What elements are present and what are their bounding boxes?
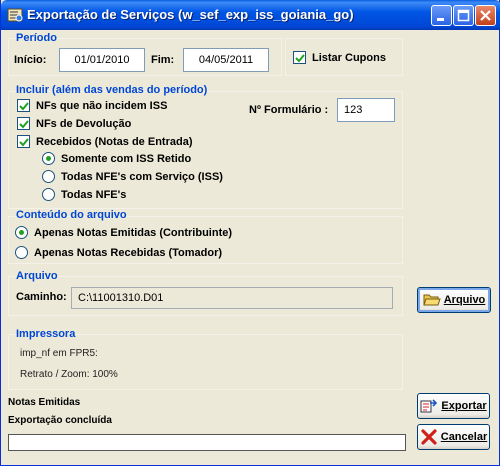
close-button[interactable]	[475, 5, 496, 26]
fim-label: Fim:	[151, 54, 175, 66]
radio-label: Apenas Notas Recebidas (Tomador)	[34, 246, 223, 259]
radio-label: Apenas Notas Emitidas (Contribuinte)	[34, 226, 233, 239]
check-mark-icon	[295, 54, 305, 63]
radio-label: Somente com ISS Retido	[61, 152, 192, 165]
nfs-devolucao-checkbox[interactable]: NFs de Devolução	[17, 117, 131, 130]
formulario-field[interactable]: 123	[337, 98, 395, 122]
radio-circle[interactable]	[15, 246, 28, 259]
radio-dot-icon	[19, 230, 24, 235]
minimize-button[interactable]	[431, 5, 452, 26]
check-mark-icon	[19, 138, 29, 147]
impressora-zoom: Retrato / Zoom: 100%	[20, 369, 118, 380]
app-icon	[7, 8, 23, 22]
exportar-button-label: Exportar	[441, 400, 487, 412]
exportar-button[interactable]: Exportar	[417, 393, 490, 419]
caminho-field[interactable]: C:\11001310.D01	[71, 287, 393, 309]
export-window: Exportação de Serviços (w_sef_exp_iss_go…	[0, 0, 500, 466]
conteudo-label: Conteúdo do arquivo	[16, 209, 127, 221]
checkbox-box[interactable]	[293, 51, 306, 64]
arquivo-label: Arquivo	[16, 270, 58, 282]
minimize-icon	[437, 18, 444, 21]
periodo-label: Período	[16, 32, 57, 44]
checkbox-box[interactable]	[17, 99, 30, 112]
inicio-date-field[interactable]: 01/01/2010	[59, 48, 145, 72]
radio-todas-nfe-servico[interactable]: Todas NFE's com Serviço (ISS)	[42, 170, 223, 183]
radio-circle[interactable]	[42, 152, 55, 165]
checkbox-box[interactable]	[17, 135, 30, 148]
radio-somente-iss-retido[interactable]: Somente com ISS Retido	[42, 152, 191, 165]
checkbox-label: NFs de Devolução	[36, 117, 132, 130]
radio-label: Todas NFE's	[61, 188, 127, 201]
incluir-label: Incluir (além das vendas do período)	[16, 84, 208, 96]
status-line2: Exportação concluída	[8, 415, 112, 426]
radio-notas-recebidas[interactable]: Apenas Notas Recebidas (Tomador)	[15, 246, 222, 259]
recebidos-checkbox[interactable]: Recebidos (Notas de Entrada)	[17, 135, 192, 148]
checkbox-label: NFs que não incidem ISS	[36, 99, 168, 112]
caminho-label: Caminho:	[16, 291, 67, 303]
cancel-x-icon	[421, 429, 437, 445]
checkbox-box[interactable]	[17, 117, 30, 130]
window-title: Exportação de Serviços (w_sef_exp_iss_go…	[27, 7, 354, 22]
formulario-label: Nº Formulário :	[249, 104, 329, 116]
radio-circle[interactable]	[42, 170, 55, 183]
maximize-icon	[457, 9, 470, 22]
nfs-nao-incidem-iss-checkbox[interactable]: NFs que não incidem ISS	[17, 99, 167, 112]
check-mark-icon	[19, 120, 29, 129]
inicio-label: Início:	[14, 54, 47, 66]
progress-bar	[8, 434, 406, 451]
check-mark-icon	[19, 102, 29, 111]
radio-label: Todas NFE's com Serviço (ISS)	[61, 170, 223, 183]
folder-open-icon	[423, 294, 441, 306]
listar-cupons-label: Listar Cupons	[312, 51, 386, 64]
impressora-name: imp_nf em FPR5:	[20, 348, 98, 359]
impressora-group	[8, 334, 403, 390]
close-icon	[480, 10, 491, 21]
impressora-label: Impressora	[16, 328, 76, 340]
export-icon	[420, 399, 438, 413]
radio-dot-icon	[46, 156, 51, 161]
status-line1: Notas Emitidas	[8, 397, 81, 408]
radio-circle[interactable]	[42, 188, 55, 201]
checkbox-label: Recebidos (Notas de Entrada)	[36, 135, 193, 148]
title-bar[interactable]: Exportação de Serviços (w_sef_exp_iss_go…	[1, 0, 500, 30]
radio-notas-emitidas[interactable]: Apenas Notas Emitidas (Contribuinte)	[15, 226, 232, 239]
listar-cupons-checkbox[interactable]: Listar Cupons	[293, 51, 386, 64]
radio-todas-nfe[interactable]: Todas NFE's	[42, 188, 126, 201]
arquivo-button[interactable]: Arquivo	[417, 287, 491, 313]
fim-date-field[interactable]: 04/05/2011	[183, 48, 269, 72]
maximize-button[interactable]	[453, 5, 474, 26]
radio-circle[interactable]	[15, 226, 28, 239]
cancelar-button[interactable]: Cancelar	[417, 424, 490, 450]
arquivo-button-label: Arquivo	[443, 294, 486, 306]
cancelar-button-label: Cancelar	[440, 431, 488, 443]
